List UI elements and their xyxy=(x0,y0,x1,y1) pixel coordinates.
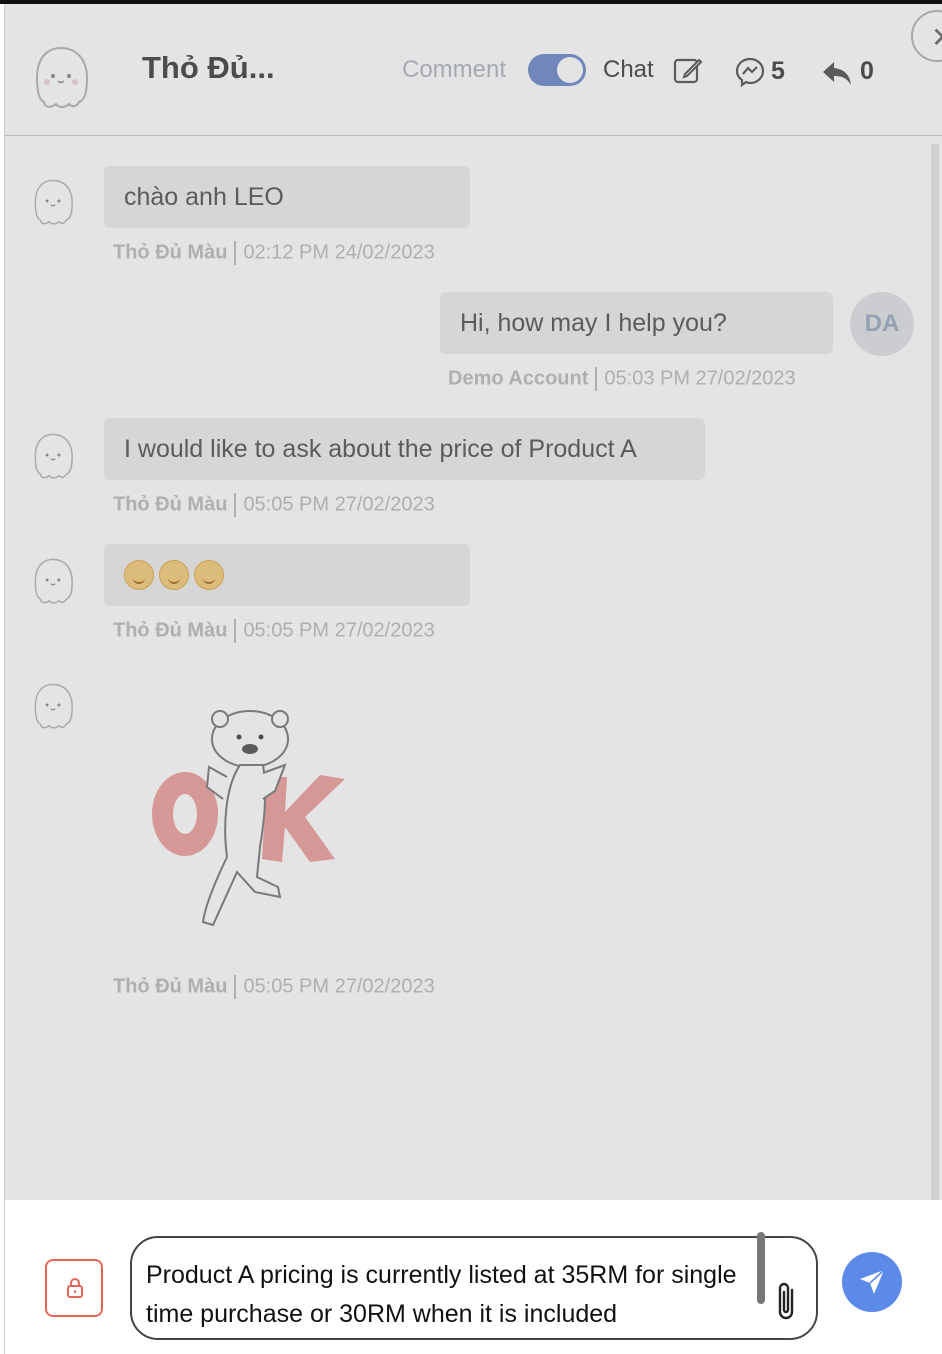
reply-input[interactable] xyxy=(130,1236,818,1340)
send-button[interactable] xyxy=(842,1252,902,1312)
input-scrollbar[interactable] xyxy=(757,1232,765,1304)
send-icon xyxy=(860,1269,885,1294)
chat-panel: Thỏ Đủ... Comment Chat 5 0 ✕ chào anh L xyxy=(4,4,942,1354)
dim-overlay xyxy=(5,4,942,1200)
paperclip-icon[interactable] xyxy=(772,1280,802,1324)
private-note-button[interactable] xyxy=(45,1259,103,1317)
composer xyxy=(5,1200,942,1354)
lock-icon xyxy=(67,1278,83,1298)
